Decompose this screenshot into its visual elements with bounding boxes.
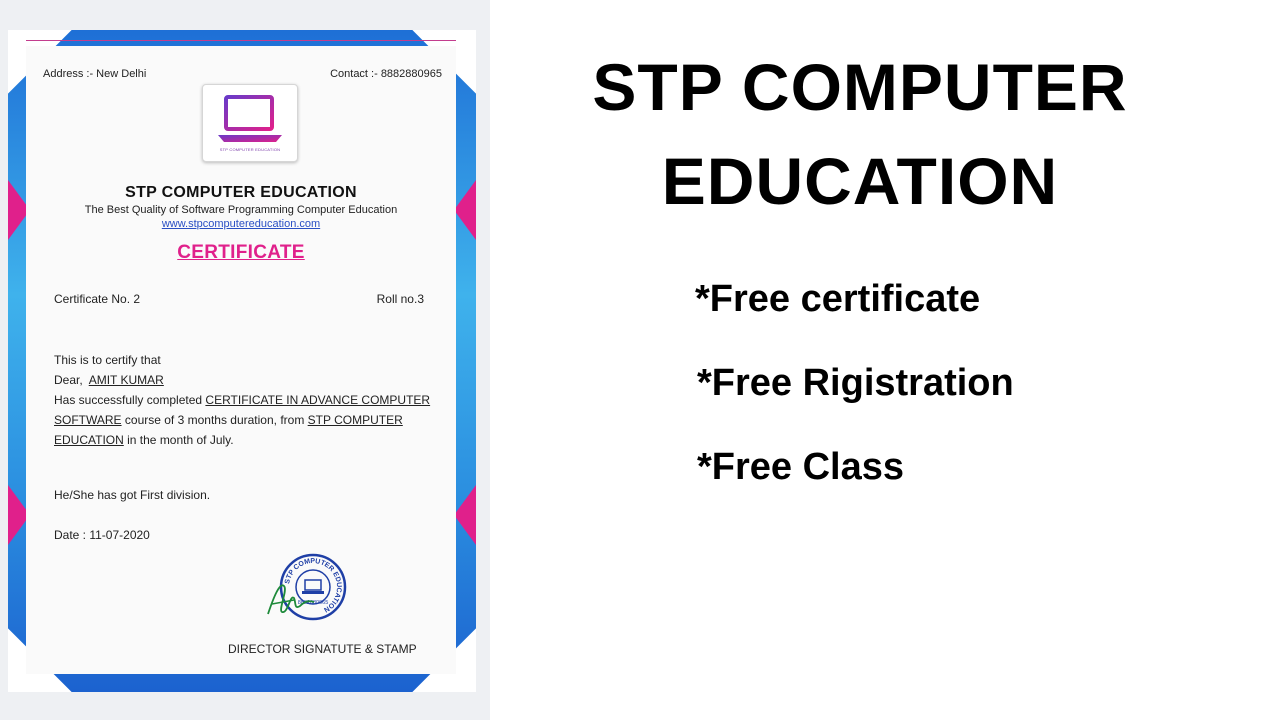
feature-free-registration: *Free Rigistration [697, 362, 1014, 404]
page-heading: STP COMPUTER EDUCATION [540, 40, 1180, 228]
student-name: AMIT KUMAR [88, 373, 164, 387]
institute-name: STP COMPUTER EDUCATION [125, 184, 357, 201]
certificate-address: Address :- New Delhi [43, 68, 147, 80]
completed-prefix: Has successfully completed [54, 393, 203, 407]
certificate-number: Certificate No. 2 [54, 292, 141, 306]
feature-free-certificate: *Free certificate [695, 278, 981, 320]
division-line: He/She has got First division. [54, 488, 211, 502]
certificate-title: CERTIFICATE [177, 242, 305, 263]
feature-free-class: *Free Class [697, 446, 905, 488]
dear-label: Dear, [54, 373, 83, 387]
website-link[interactable]: www.stpcomputereducation.com [26, 218, 456, 230]
director-label: DIRECTOR SIGNATUTE & STAMP [228, 642, 417, 656]
certificate-date: Date : 11-07-2020 [54, 528, 150, 542]
director-signature [267, 584, 315, 615]
certificate-panel: Address :- New Delhi Contact :- 88828809… [0, 0, 490, 720]
certificate-contact: Contact :- 8882880965 [330, 68, 442, 80]
logo-caption: STP COMPUTER EDUCATION [219, 147, 281, 152]
heading-line-1: STP COMPUTER [592, 50, 1128, 124]
course-statement: Has successfully completed CERTIFICATE I… [54, 390, 449, 450]
roll-number: Roll no.3 [376, 292, 424, 306]
certificate-body: This is to certify that Dear, AMIT KUMAR… [54, 350, 449, 450]
dear-line: Dear, AMIT KUMAR [54, 370, 449, 390]
institute-logo: STP COMPUTER EDUCATION [202, 84, 298, 162]
laptop-icon [218, 95, 282, 142]
institute-tagline: The Best Quality of Software Programming… [84, 204, 398, 216]
certify-line: This is to certify that [54, 353, 161, 367]
heading-line-2: EDUCATION [661, 144, 1059, 218]
course-suffix: in the month of July. [127, 433, 234, 447]
certificate-paper: Address :- New Delhi Contact :- 88828809… [26, 40, 456, 674]
course-mid: course of 3 months duration, from [124, 413, 305, 427]
